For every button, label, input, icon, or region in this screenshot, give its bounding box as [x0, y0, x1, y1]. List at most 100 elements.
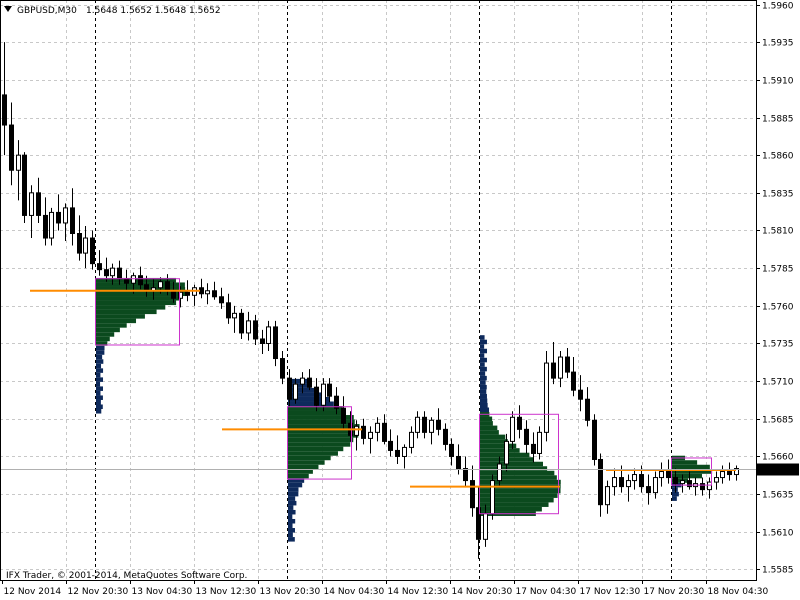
profile-bar — [480, 421, 493, 426]
candle-body — [707, 481, 712, 491]
profile-bar — [288, 509, 296, 515]
profile-bar — [480, 366, 487, 372]
profile-bar — [480, 339, 487, 345]
profile-bar — [96, 372, 101, 378]
profile-bar — [288, 442, 351, 447]
profile-bar — [480, 416, 493, 422]
candle-body — [22, 154, 27, 216]
profile-bar — [96, 386, 103, 391]
price-tick-label: 1.5935 — [762, 39, 794, 49]
candle-body — [517, 416, 522, 430]
profile-bar — [672, 496, 677, 501]
candle-body — [537, 431, 542, 454]
profile-bar — [672, 460, 698, 465]
candle-body — [632, 474, 637, 482]
candle-body — [470, 480, 475, 509]
candle — [490, 474, 495, 520]
candle-body — [226, 302, 231, 319]
candle-body — [327, 383, 332, 397]
candle-body — [185, 291, 190, 296]
price-tick-label: 1.5860 — [762, 152, 794, 162]
candle-body — [422, 416, 427, 433]
candle-body — [293, 383, 298, 400]
candle-body — [341, 407, 346, 424]
candle-body — [124, 278, 129, 284]
candle-body — [720, 471, 725, 479]
candle-body — [212, 290, 217, 298]
profile-bar — [288, 491, 299, 497]
profile-bar — [480, 344, 485, 349]
profile-bar — [288, 473, 309, 479]
time-tick-label: 14 Nov 20:30 — [452, 587, 513, 597]
profile-bar — [96, 409, 102, 414]
candle-body — [219, 296, 224, 304]
profile-bar — [288, 528, 295, 533]
candle-body — [63, 207, 68, 224]
profile-bar — [288, 464, 319, 470]
price-tick-label: 1.5960 — [762, 2, 794, 12]
time-tick-label: 14 Nov 12:30 — [388, 587, 449, 597]
profile-bar — [480, 439, 508, 444]
copyright-text: IFX Trader, © 2001-2014, MetaQuotes Soft… — [6, 571, 247, 581]
profile-bar — [96, 368, 104, 373]
candle-body — [666, 471, 671, 479]
profile-bar — [96, 377, 104, 382]
candle-body — [483, 513, 488, 540]
profile-bar — [480, 425, 498, 431]
candle-body — [43, 214, 48, 239]
candle — [544, 351, 549, 442]
profile-bar — [480, 466, 548, 471]
candle-body — [639, 474, 644, 488]
candle-body — [673, 477, 678, 485]
candle-body — [77, 233, 82, 254]
price-tick-label: 1.5660 — [762, 453, 794, 463]
profile-bar — [672, 487, 678, 492]
price-chart[interactable]: 1.5960 1.5935 1.5910 1.5885 1.5860 1.5835 1.58… — [0, 0, 800, 600]
profile-bar — [288, 523, 293, 529]
profile-bar — [480, 475, 557, 480]
time-tick-label: 13 Nov 04:30 — [132, 587, 193, 597]
profile-bar — [480, 348, 488, 354]
profile-bar — [480, 393, 487, 399]
candle-body — [171, 290, 176, 299]
profile-bar — [480, 357, 487, 363]
candle-body — [565, 356, 570, 373]
time-tick-label: 17 Nov 20:30 — [644, 587, 705, 597]
candle-body — [165, 281, 170, 292]
candle-body — [287, 377, 292, 400]
profile-bar — [480, 371, 486, 376]
candle-body — [138, 275, 143, 286]
profile-bar — [480, 430, 499, 435]
candle-body — [205, 290, 210, 295]
candle-body — [659, 471, 664, 479]
profile-bar — [96, 332, 115, 337]
candle-body — [199, 287, 204, 295]
time-tick-label: 12 Nov 20:30 — [68, 587, 129, 597]
profile-bar — [480, 389, 487, 394]
price-tick-label: 1.5685 — [762, 416, 794, 426]
profile-bar — [96, 354, 103, 360]
profile-bar — [288, 518, 296, 524]
profile-bar — [288, 451, 338, 456]
candle-body — [510, 416, 515, 442]
candle-body — [585, 398, 590, 421]
candle-body — [646, 486, 651, 494]
price-tick-label: 1.5910 — [762, 77, 794, 87]
profile-bar — [96, 323, 127, 328]
candle-body — [395, 449, 400, 457]
candle-body — [544, 362, 549, 433]
time-tick-label: 17 Nov 12:30 — [580, 587, 641, 597]
candle-body — [246, 320, 251, 334]
candle-body — [36, 192, 41, 216]
profile-bar — [96, 300, 177, 306]
profile-bar — [480, 380, 486, 385]
time-tick-label: 13 Nov 20:30 — [260, 587, 321, 597]
profile-bar — [480, 335, 485, 340]
candle — [592, 414, 597, 466]
header-overlay: GBPUSD,M30 1.5648 1.5652 1.5648 1.5652 — [4, 6, 221, 16]
candle-body — [158, 281, 163, 289]
candle-body — [131, 275, 136, 284]
candle-body — [578, 389, 583, 400]
candle-body — [605, 486, 610, 506]
candle-body — [524, 428, 529, 445]
